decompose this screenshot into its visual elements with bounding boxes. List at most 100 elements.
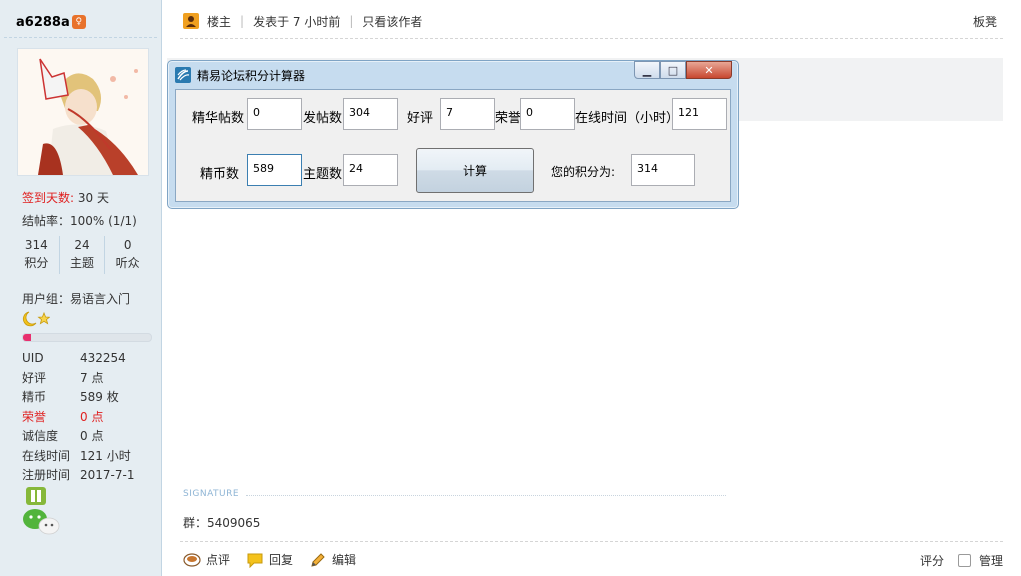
medal-icon bbox=[26, 487, 46, 505]
post-completion-rate: 结帖率：100% (1/1) bbox=[22, 214, 137, 228]
reply-icon bbox=[247, 553, 263, 568]
honor-label: 荣誉 bbox=[495, 111, 522, 126]
window-title: 精易论坛积分计算器 bbox=[197, 69, 306, 83]
header-separator: | bbox=[349, 14, 354, 28]
signature-divider bbox=[246, 495, 726, 496]
info-value: 0 点 bbox=[80, 409, 104, 424]
header-divider bbox=[180, 38, 1003, 39]
edit-label: 编辑 bbox=[332, 553, 357, 567]
rate-link[interactable]: 评分 bbox=[920, 552, 944, 569]
coins-input[interactable]: 589 bbox=[247, 154, 302, 186]
maximize-icon: □ bbox=[667, 63, 679, 77]
stat-points[interactable]: 314 积分 bbox=[14, 236, 60, 274]
posts-input[interactable]: 304 bbox=[343, 98, 398, 130]
comment-label: 点评 bbox=[206, 553, 231, 567]
app-icon bbox=[175, 67, 191, 83]
window-controls: ▁ □ ✕ bbox=[634, 61, 732, 79]
level-progress-bar bbox=[22, 333, 152, 342]
essence-input[interactable]: 0 bbox=[247, 98, 302, 130]
username-link[interactable]: a6288a bbox=[16, 15, 70, 30]
info-row-good: 好评 7 点 bbox=[22, 368, 134, 388]
medals bbox=[22, 485, 62, 540]
close-button[interactable]: ✕ bbox=[686, 61, 732, 79]
level-progress-fill bbox=[23, 334, 31, 341]
info-key: 荣誉 bbox=[22, 409, 47, 424]
reply-button[interactable]: 回复 bbox=[246, 551, 293, 568]
stat-followers[interactable]: 0 听众 bbox=[105, 236, 150, 274]
checkin-label[interactable]: 签到天数: bbox=[22, 191, 74, 205]
manage-link[interactable]: 管理 bbox=[979, 552, 1003, 569]
manage-checkbox[interactable] bbox=[957, 554, 971, 567]
header-separator: | bbox=[240, 14, 245, 28]
info-key: 注册时间 bbox=[22, 468, 71, 483]
checkin-days: 签到天数: 30 天 bbox=[22, 189, 109, 206]
post-header: 楼主 | 发表于 7 小时前 | 只看该作者 bbox=[183, 10, 422, 32]
thread-owner-icon bbox=[183, 13, 199, 29]
info-value: 2017-7-1 bbox=[80, 467, 135, 482]
post-actions: 点评 回复 编辑 bbox=[183, 551, 372, 568]
essence-label: 精华帖数 bbox=[192, 111, 245, 126]
stat-topics-label: 主题 bbox=[70, 256, 95, 270]
info-value: 0 点 bbox=[80, 429, 104, 444]
comment-button[interactable]: 点评 bbox=[183, 551, 230, 568]
info-row-credit: 诚信度 0 点 bbox=[22, 426, 134, 446]
reply-label: 回复 bbox=[269, 553, 294, 567]
info-key: UID bbox=[22, 350, 44, 365]
stat-topics[interactable]: 24 主题 bbox=[60, 236, 106, 274]
comment-icon bbox=[183, 552, 201, 567]
calculate-button[interactable]: 计算 bbox=[416, 148, 534, 193]
online-hours-input[interactable]: 121 bbox=[672, 98, 727, 130]
username-row: a6288a ♀ bbox=[16, 12, 86, 32]
stat-followers-value: 0 bbox=[123, 238, 132, 252]
window-client-area: 精华帖数 0 发帖数 304 好评 7 荣誉 0 在线时间（小时） 121 精币… bbox=[175, 89, 731, 202]
online-hours-label: 在线时间（小时） bbox=[575, 111, 680, 126]
pencil-icon bbox=[311, 552, 325, 567]
info-key: 精币 bbox=[22, 390, 47, 405]
posted-time: 发表于 7 小时前 bbox=[253, 14, 341, 29]
window-titlebar[interactable]: 精易论坛积分计算器 ▁ □ ✕ bbox=[168, 61, 738, 87]
info-key: 诚信度 bbox=[22, 429, 59, 444]
result-output[interactable]: 314 bbox=[631, 154, 695, 186]
posts-label: 发帖数 bbox=[303, 111, 343, 126]
minimize-button[interactable]: ▁ bbox=[634, 61, 660, 79]
checkin-value: 30 天 bbox=[77, 191, 109, 205]
signature-text: 群：5409065 bbox=[183, 516, 261, 530]
only-author-link[interactable]: 只看该作者 bbox=[362, 13, 422, 30]
stat-points-value: 314 bbox=[24, 238, 48, 252]
sidebar-divider bbox=[4, 37, 157, 38]
thread-owner-label: 楼主 bbox=[207, 14, 232, 29]
level-icons bbox=[22, 311, 50, 327]
info-key: 在线时间 bbox=[22, 448, 71, 463]
calculator-window: 精易论坛积分计算器 ▁ □ ✕ 精华帖数 0 发帖数 304 好评 7 荣誉 0… bbox=[167, 60, 739, 209]
footer-divider bbox=[180, 541, 1003, 542]
info-key: 好评 bbox=[22, 370, 47, 385]
floor-label[interactable]: 板凳 bbox=[973, 13, 997, 30]
result-label: 您的积分为: bbox=[551, 165, 616, 179]
user-group: 用户组：易语言入门 bbox=[22, 292, 131, 306]
user-sidebar: a6288a ♀ 签到天数: 30 天 结帖率：100% (1/1) 314 积… bbox=[0, 0, 162, 576]
maximize-button[interactable]: □ bbox=[660, 61, 686, 79]
close-icon: ✕ bbox=[704, 63, 714, 77]
avatar[interactable] bbox=[17, 48, 149, 176]
good-input[interactable]: 7 bbox=[440, 98, 495, 130]
info-row-honor: 荣誉 0 点 bbox=[22, 407, 134, 427]
info-value[interactable]: 432254 bbox=[80, 351, 126, 365]
info-row-online: 在线时间 121 小时 bbox=[22, 446, 134, 466]
edit-button[interactable]: 编辑 bbox=[309, 551, 356, 568]
signature-label: SIGNATURE bbox=[183, 489, 240, 499]
user-stats: 314 积分 24 主题 0 听众 bbox=[14, 236, 150, 274]
stat-points-label: 积分 bbox=[24, 256, 49, 270]
info-value: 589 枚 bbox=[80, 390, 119, 405]
info-row-registered: 注册时间 2017-7-1 bbox=[22, 465, 134, 485]
gender-badge-icon: ♀ bbox=[71, 15, 86, 29]
stat-followers-label: 听众 bbox=[115, 256, 140, 270]
post-admin-actions: 评分 管理 bbox=[920, 552, 1003, 569]
honor-input[interactable]: 0 bbox=[520, 98, 575, 130]
info-value: 7 点 bbox=[80, 370, 104, 385]
topics-label: 主题数 bbox=[303, 167, 343, 182]
topics-input[interactable]: 24 bbox=[343, 154, 398, 186]
coins-label: 精币数 bbox=[200, 167, 240, 182]
info-value: 121 小时 bbox=[80, 448, 131, 463]
stat-topics-value: 24 bbox=[74, 238, 90, 252]
minimize-icon: ▁ bbox=[642, 63, 652, 77]
